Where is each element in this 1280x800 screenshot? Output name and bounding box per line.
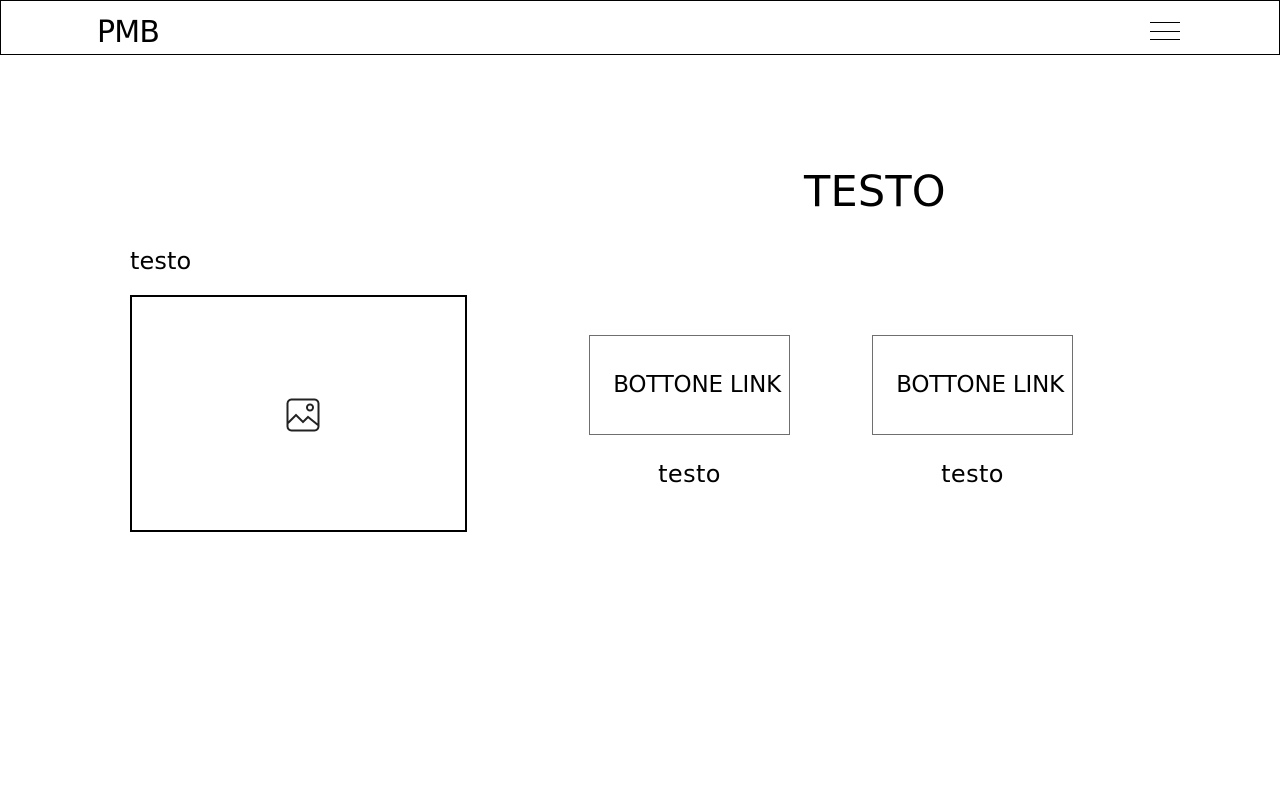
card-caption: testo [658,460,721,488]
image-caption: testo [130,247,192,275]
hamburger-menu-icon[interactable] [1147,18,1183,44]
link-button[interactable]: BOTTONE LINK [872,335,1073,435]
menu-line [1150,22,1180,23]
link-button[interactable]: BOTTONE LINK [589,335,790,435]
link-card: BOTTONE LINK testo [872,335,1073,495]
image-placeholder-icon [286,398,320,432]
image-placeholder [130,295,467,532]
site-logo[interactable]: PMB [97,14,160,52]
page: PMB testo TESTO BOTTONE LINK testo BOTTO… [0,0,1280,800]
link-button-label: BOTTONE LINK [613,372,781,398]
site-header: PMB [0,0,1280,55]
menu-line [1150,31,1180,32]
link-button-label: BOTTONE LINK [896,372,1064,398]
menu-line [1150,39,1180,40]
link-card: BOTTONE LINK testo [589,335,790,495]
page-title: TESTO [804,167,946,217]
card-caption: testo [941,460,1004,488]
